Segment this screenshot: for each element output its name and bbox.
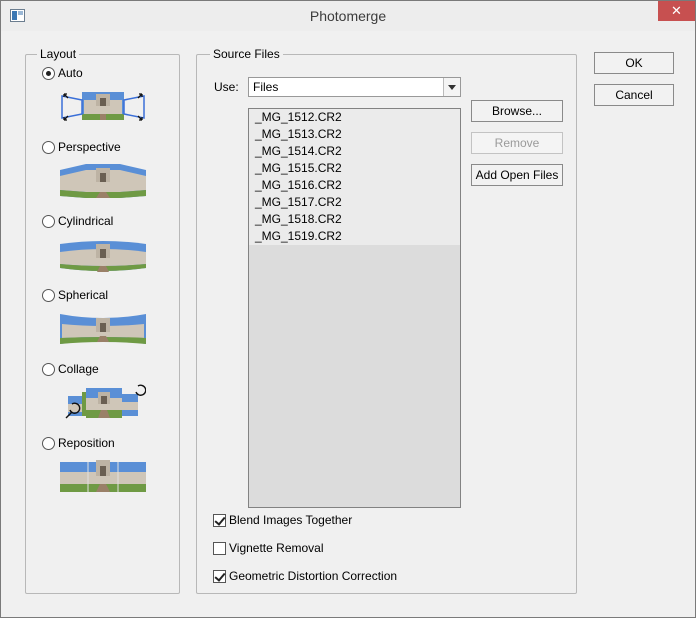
file-list-item[interactable]: _MG_1519.CR2 <box>249 228 460 245</box>
use-dropdown-value: Files <box>253 80 279 94</box>
file-list-item[interactable]: _MG_1513.CR2 <box>249 126 460 143</box>
layout-group-title: Layout <box>37 47 80 61</box>
file-list-item[interactable]: _MG_1515.CR2 <box>249 160 460 177</box>
radio-collage-label: Collage <box>58 362 99 376</box>
collage-preview-image <box>60 384 147 422</box>
radio-cylindrical-button[interactable] <box>42 214 55 228</box>
blend-images-checkbox[interactable] <box>213 513 226 527</box>
radio-collage[interactable]: Collage <box>42 361 99 377</box>
vignette-removal-checkbox[interactable] <box>213 541 226 555</box>
vignette-removal-label: Vignette Removal <box>229 541 324 555</box>
file-list-item[interactable]: _MG_1518.CR2 <box>249 211 460 228</box>
layout-group: Layout Auto Perspective Cylindrical Sphe… <box>25 47 180 594</box>
close-icon: ✕ <box>671 3 682 18</box>
radio-cylindrical-label: Cylindrical <box>58 214 114 228</box>
source-files-group: Source Files Use: Files _MG_1512.CR2 _MG_… <box>196 47 577 594</box>
close-button[interactable]: ✕ <box>658 1 695 21</box>
cancel-button[interactable]: Cancel <box>594 84 674 106</box>
radio-reposition-button[interactable] <box>42 436 55 450</box>
use-dropdown[interactable]: Files <box>248 77 461 97</box>
vignette-removal-checkbox-row[interactable]: Vignette Removal <box>213 540 324 556</box>
source-file-list[interactable]: _MG_1512.CR2 _MG_1513.CR2 _MG_1514.CR2 _MG_… <box>248 108 461 508</box>
file-list-items: _MG_1512.CR2 _MG_1513.CR2 _MG_1514.CR2 _MG_… <box>249 109 460 245</box>
dialog-title: Photomerge <box>309 8 387 24</box>
chevron-down-icon[interactable] <box>443 78 460 96</box>
radio-collage-button[interactable] <box>42 362 55 376</box>
radio-auto[interactable]: Auto <box>42 65 83 81</box>
add-open-files-button[interactable]: Add Open Files <box>471 164 563 186</box>
geometric-distortion-checkbox-row[interactable]: Geometric Distortion Correction <box>213 568 397 584</box>
radio-perspective-button[interactable] <box>42 140 55 154</box>
radio-spherical-label: Spherical <box>58 288 109 302</box>
blend-images-checkbox-row[interactable]: Blend Images Together <box>213 512 352 528</box>
photomerge-dialog: Photomerge ✕ Layout Auto Perspective Cyl… <box>0 0 696 618</box>
file-list-item[interactable]: _MG_1514.CR2 <box>249 143 460 160</box>
use-label: Use: <box>214 80 239 94</box>
file-list-item[interactable]: _MG_1517.CR2 <box>249 194 460 211</box>
radio-perspective[interactable]: Perspective <box>42 139 121 155</box>
radio-auto-button[interactable] <box>42 66 55 80</box>
radio-cylindrical[interactable]: Cylindrical <box>42 213 113 229</box>
auto-preview-image <box>60 88 146 126</box>
geometric-distortion-checkbox[interactable] <box>213 569 226 583</box>
browse-button[interactable]: Browse... <box>471 100 563 122</box>
file-list-item[interactable]: _MG_1512.CR2 <box>249 109 460 126</box>
radio-perspective-label: Perspective <box>58 140 121 154</box>
spherical-preview-image <box>60 310 146 348</box>
ok-button[interactable]: OK <box>594 52 674 74</box>
radio-spherical-button[interactable] <box>42 288 55 302</box>
source-files-group-title: Source Files <box>210 47 283 61</box>
radio-reposition[interactable]: Reposition <box>42 435 115 451</box>
title-bar[interactable]: Photomerge ✕ <box>1 1 695 31</box>
geometric-distortion-label: Geometric Distortion Correction <box>229 569 398 583</box>
radio-auto-label: Auto <box>58 66 83 80</box>
file-list-item[interactable]: _MG_1516.CR2 <box>249 177 460 194</box>
blend-images-label: Blend Images Together <box>229 513 353 527</box>
cylindrical-preview-image <box>60 236 146 274</box>
radio-spherical[interactable]: Spherical <box>42 287 108 303</box>
remove-button[interactable]: Remove <box>471 132 563 154</box>
reposition-preview-image <box>60 458 146 496</box>
perspective-preview-image <box>60 162 146 200</box>
radio-reposition-label: Reposition <box>58 436 115 450</box>
